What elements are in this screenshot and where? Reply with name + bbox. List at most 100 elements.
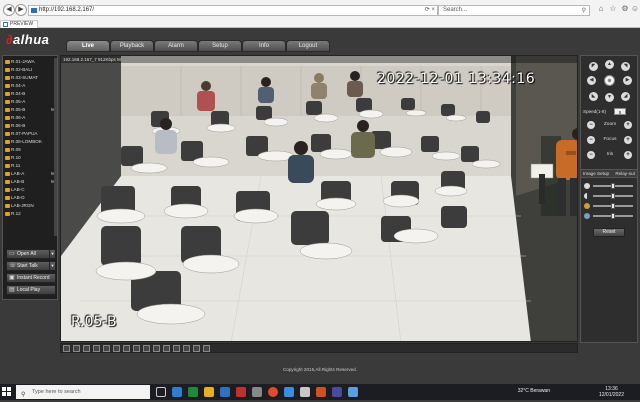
layout-64-icon[interactable] [123,345,130,352]
hue-slider[interactable] [584,212,636,220]
zoom-in-button[interactable]: + [624,121,632,129]
zoom-out-button[interactable]: − [587,121,595,129]
layout-25-icon[interactable] [103,345,110,352]
app-icon[interactable] [300,387,310,397]
channel-item[interactable]: R.06-A [4,114,57,122]
iris-minus-button[interactable]: − [587,151,595,159]
file-explorer-icon[interactable] [204,387,214,397]
ptz-down-left-icon[interactable]: ◣ [589,92,598,101]
tab-playback[interactable]: Playback [110,40,154,52]
channel-item[interactable]: R.09 [4,146,57,154]
smiley-icon[interactable]: ☺ [630,4,640,14]
slider-knob[interactable] [611,213,615,219]
live-video-feed[interactable]: 192.168.2.167_7 912Kbps M 2022-12-01 13:… [60,55,578,342]
channel-item[interactable]: R.08-LOMBOK [4,138,57,146]
saturation-slider[interactable] [584,202,636,210]
audio-icon[interactable] [173,345,180,352]
channel-item[interactable]: R.07-PAPUA [4,130,57,138]
app-icon[interactable] [348,387,358,397]
tab-preview[interactable]: PREVIEW [0,20,39,28]
channel-item[interactable]: LAB-AM [4,170,57,178]
image-setup-tab[interactable]: Image Setup [583,170,609,178]
ptz-up-right-icon[interactable]: ◥ [621,62,630,71]
close-video-icon[interactable] [163,345,170,352]
channel-item[interactable]: R.05-BM [4,106,57,114]
taskbar-search-input[interactable]: ⚲ Type here to search [16,385,150,399]
tab-logout[interactable]: Logout [286,40,330,52]
browser-search-input[interactable]: Search... ⚲ [438,5,590,16]
snapshot-icon[interactable] [143,345,150,352]
ptz-down-right-icon[interactable]: ◢ [621,92,630,101]
layout-36-icon[interactable] [113,345,120,352]
forward-icon[interactable]: ▶ [15,4,27,16]
channel-item[interactable]: R.06-B [4,122,57,130]
tab-info[interactable]: Info [242,40,286,52]
reset-button[interactable]: Reset [593,228,625,237]
teams-icon[interactable] [332,387,342,397]
ie-icon[interactable] [284,387,294,397]
channel-item[interactable]: LAB-C [4,186,57,194]
zoom-icon[interactable] [183,345,190,352]
ptz-left-icon[interactable]: ◀ [587,76,596,85]
contrast-slider[interactable] [584,192,636,200]
tab-setup[interactable]: Setup [198,40,242,52]
settings-icon[interactable] [203,345,210,352]
relay-out-tab[interactable]: Relay-out [615,170,635,178]
chevron-down-icon[interactable]: ▼ [49,250,55,258]
ptz-down-icon[interactable]: ▼ [605,93,614,102]
channel-item[interactable]: R.10 [4,154,57,162]
ptz-right-icon[interactable]: ▶ [623,76,632,85]
edge-icon[interactable] [172,387,182,397]
powerpoint-icon[interactable] [316,387,326,397]
channel-item[interactable]: LAB-D [4,194,57,202]
word-icon[interactable] [220,387,230,397]
chrome-icon[interactable] [268,387,278,397]
fullscreen-icon[interactable] [133,345,140,352]
ptz-up-left-icon[interactable]: ◤ [589,62,598,71]
back-icon[interactable]: ◀ [3,4,15,16]
layout-9-icon[interactable] [83,345,90,352]
channel-item[interactable]: R.04-A [4,82,57,90]
local-play-button[interactable]: ▤ Local Play [6,285,56,295]
chevron-down-icon[interactable]: ▼ [49,262,55,270]
focus-minus-button[interactable]: − [587,136,595,144]
slider-knob[interactable] [611,193,615,199]
channel-item[interactable]: LAB-BM [4,178,57,186]
pdf-icon[interactable] [236,387,246,397]
layout-16-icon[interactable] [93,345,100,352]
slider-knob[interactable] [611,203,615,209]
instant-record-button[interactable]: ▣ Instant Record [6,273,56,283]
speed-select[interactable]: 5 [614,108,626,115]
channel-item[interactable]: R.05-A [4,98,57,106]
start-talk-button[interactable]: ☏ Start Talk ▼ [6,261,56,271]
app-icon[interactable] [252,387,262,397]
channel-item[interactable]: R.11 [4,162,57,170]
excel-icon[interactable] [188,387,198,397]
tab-alarm[interactable]: Alarm [154,40,198,52]
search-icon[interactable]: ⚲ [582,7,586,16]
ptz-center-icon[interactable]: ⊕ [604,75,615,86]
clock[interactable]: 13:36 12/01/2022 [599,386,624,398]
tab-live[interactable]: Live [66,40,110,52]
channel-item[interactable]: LAB-JRGN [4,202,57,210]
record-toggle-icon[interactable] [153,345,160,352]
channel-item[interactable]: R.12 [4,210,57,218]
slider-knob[interactable] [611,183,615,189]
home-icon[interactable]: ⌂ [596,4,606,14]
channel-item[interactable]: R.02-BALI [4,66,57,74]
open-all-button[interactable]: ▭ Open All ▼ [6,249,56,259]
refresh-icon[interactable]: ⟳ × [425,7,435,14]
channel-item[interactable]: R.04-B [4,90,57,98]
channel-scrollbar[interactable] [54,58,57,236]
favorites-icon[interactable]: ☆ [608,4,618,14]
layout-1-icon[interactable] [63,345,70,352]
channel-item[interactable]: R.01-JAWA [4,58,57,66]
stream-icon[interactable] [193,345,200,352]
ptz-up-icon[interactable]: ▲ [605,60,614,69]
weather-widget[interactable]: 32°C Berawan [518,388,550,394]
brightness-slider[interactable] [584,182,636,190]
task-view-icon[interactable] [156,387,166,397]
focus-plus-button[interactable]: + [624,136,632,144]
layout-4-icon[interactable] [73,345,80,352]
iris-plus-button[interactable]: + [624,151,632,159]
